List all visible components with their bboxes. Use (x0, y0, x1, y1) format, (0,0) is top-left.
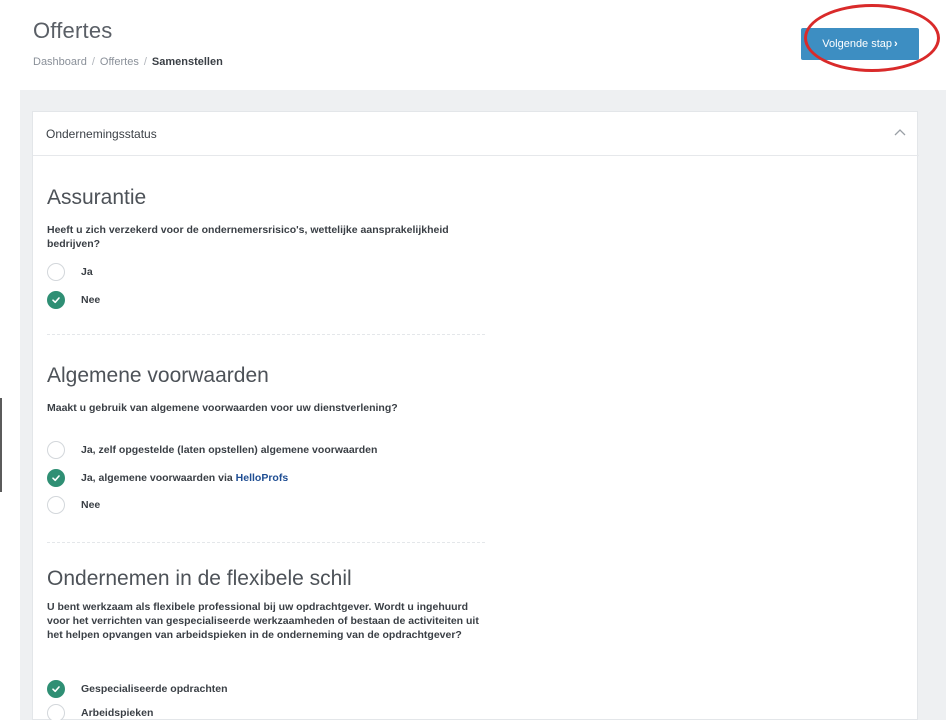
breadcrumb-current: Samenstellen (151, 56, 223, 68)
check-icon (52, 686, 60, 693)
chevron-right-icon: › (894, 38, 898, 50)
helloprofs-link[interactable]: HelloProfs (236, 472, 289, 484)
option-label: Arbeidspieken (81, 707, 154, 719)
page-title: Offertes (33, 18, 113, 43)
question-flexibele-schil: U bent werkzaam als flexibele profession… (47, 601, 479, 641)
radio-unchecked[interactable] (47, 441, 65, 459)
option-nee[interactable]: Nee (47, 290, 100, 310)
breadcrumb-dashboard[interactable]: Dashboard (33, 56, 87, 68)
option-label: Ja, algemene voorwaarden via HelloProfs (81, 472, 288, 484)
section-title-flexibele-schil: Ondernemen in de flexibele schil (47, 567, 352, 590)
section-divider (47, 334, 485, 335)
option-label: Nee (81, 499, 101, 511)
left-edge-marker (0, 398, 2, 492)
option-nee[interactable]: Nee (47, 495, 100, 515)
question-assurantie: Heeft u zich verzekerd voor de onderneme… (47, 224, 449, 250)
breadcrumb-separator: / (143, 56, 147, 68)
card-header[interactable]: Ondernemingsstatus (33, 112, 919, 156)
section-title-assurantie: Assurantie (47, 186, 147, 209)
breadcrumb: Dashboard / Offertes / Samenstellen (33, 56, 223, 68)
option-label: Gespecialiseerde opdrachten (81, 683, 228, 695)
radio-checked[interactable] (47, 469, 65, 487)
radio-unchecked[interactable] (47, 704, 65, 720)
option-label: Ja, zelf opgestelde (laten opstellen) al… (81, 444, 378, 456)
next-step-button[interactable]: Volgende stap › (801, 28, 919, 60)
question-algemene-voorwaarden: Maakt u gebruik van algemene voorwaarden… (47, 402, 398, 414)
option-label: Nee (81, 294, 101, 306)
breadcrumb-offertes[interactable]: Offertes (100, 56, 139, 68)
card-title: Ondernemingsstatus (46, 127, 157, 141)
option-gespecialiseerde-opdrachten[interactable]: Gespecialiseerde opdrachten (47, 679, 227, 699)
check-icon (52, 475, 60, 482)
radio-unchecked[interactable] (47, 263, 65, 281)
option-label-text: Ja, algemene voorwaarden via (81, 472, 236, 484)
section-title-algemene-voorwaarden: Algemene voorwaarden (47, 364, 269, 387)
page-header: Offertes Dashboard / Offertes / Samenstellen… (0, 0, 946, 90)
radio-checked[interactable] (47, 680, 65, 698)
option-label: Ja (81, 266, 93, 278)
check-icon (52, 297, 60, 304)
radio-checked[interactable] (47, 291, 65, 309)
breadcrumb-separator: / (91, 56, 95, 68)
option-arbeidspieken[interactable]: Arbeidspieken (47, 703, 153, 720)
next-step-label: Volgende stap (822, 38, 893, 50)
option-via-helloprofs[interactable]: Ja, algemene voorwaarden via HelloProfs (47, 468, 288, 488)
option-ja[interactable]: Ja (47, 262, 93, 282)
option-zelf-opgesteld[interactable]: Ja, zelf opgestelde (laten opstellen) al… (47, 440, 377, 460)
section-divider (47, 542, 485, 543)
chevron-up-icon[interactable] (893, 126, 907, 140)
radio-unchecked[interactable] (47, 496, 65, 514)
